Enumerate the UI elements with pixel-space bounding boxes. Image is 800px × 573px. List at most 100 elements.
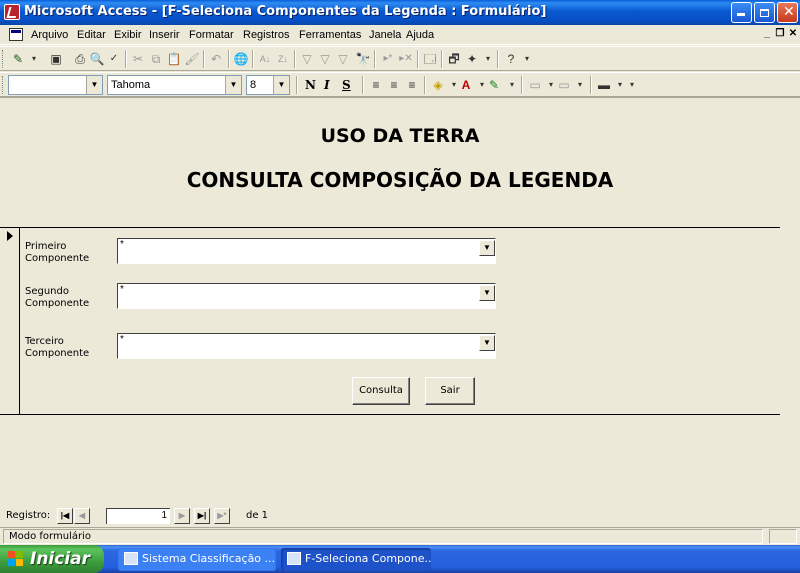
menu-formatar[interactable]: Formatar xyxy=(189,29,234,41)
menu-arquivo[interactable]: Arquivo xyxy=(31,29,68,41)
close-icon: ✕ xyxy=(783,4,795,20)
consulta-button[interactable]: Consulta xyxy=(352,377,410,405)
first-record-button[interactable]: |◀ xyxy=(57,508,73,524)
taskbar-item-sistema[interactable]: Sistema Classificação ... xyxy=(118,548,276,571)
label-line: Componente xyxy=(25,348,90,359)
menu-ajuda[interactable]: Ajuda xyxy=(406,29,434,41)
minimize-button[interactable] xyxy=(731,2,752,23)
paste-icon[interactable]: 📋 xyxy=(166,51,182,67)
previous-record-button[interactable]: ◀ xyxy=(74,508,90,524)
next-record-button[interactable]: ▶ xyxy=(174,508,190,524)
undo-icon[interactable]: ↶ xyxy=(208,51,224,67)
filter-by-form-icon[interactable]: ▽ xyxy=(317,51,333,67)
form-window-icon[interactable] xyxy=(9,28,23,41)
cut-icon[interactable]: ✂ xyxy=(130,51,146,67)
special-effect-dropdown-icon[interactable]: ▾ xyxy=(572,77,588,93)
sort-ascending-icon[interactable]: A↓ xyxy=(257,51,273,67)
hyperlink-icon[interactable]: 🌐 xyxy=(233,51,249,67)
menu-exibir[interactable]: Exibir xyxy=(114,29,142,41)
primeiro-componente-combo[interactable]: * ▼ xyxy=(117,238,496,264)
segundo-componente-combo[interactable]: * ▼ xyxy=(117,283,496,309)
object-combo[interactable]: ▼ xyxy=(8,75,103,95)
save-icon[interactable]: ▣ xyxy=(48,51,64,67)
align-center-icon[interactable]: ≡ xyxy=(386,77,402,93)
chevron-down-icon[interactable]: ▼ xyxy=(479,335,495,351)
window-title: Microsoft Access - [F-Seleciona Componen… xyxy=(24,4,547,19)
status-bar: Modo formulário xyxy=(0,527,800,545)
label-line: Primeiro xyxy=(25,241,67,252)
mdi-minimize-button[interactable]: _ xyxy=(761,28,773,40)
chevron-down-icon[interactable]: ▼ xyxy=(273,76,289,94)
taskbar-item-label: Sistema Classificação ... xyxy=(142,552,276,565)
status-text: Modo formulário xyxy=(3,529,763,544)
last-record-button[interactable]: ▶| xyxy=(194,508,210,524)
chevron-down-icon[interactable]: ▼ xyxy=(86,76,102,94)
menu-inserir[interactable]: Inserir xyxy=(149,29,180,41)
delete-record-icon[interactable]: ▸✕ xyxy=(398,51,414,67)
terceiro-componente-combo[interactable]: * ▼ xyxy=(117,333,496,359)
header-separator xyxy=(0,227,780,228)
menu-editar[interactable]: Editar xyxy=(77,29,106,41)
print-preview-icon[interactable]: 🔍 xyxy=(89,51,105,67)
mdi-restore-button[interactable]: ❐ xyxy=(774,28,786,40)
new-record-icon[interactable]: ▸* xyxy=(380,51,396,67)
italic-button[interactable]: I xyxy=(324,78,330,92)
format-painter-icon[interactable]: 🖌 xyxy=(184,51,200,67)
access-app-icon[interactable] xyxy=(4,4,20,20)
line-width-icon[interactable]: ▭ xyxy=(527,77,543,93)
chevron-down-icon[interactable]: ▼ xyxy=(225,76,241,94)
segundo-componente-label: Segundo Componente xyxy=(25,286,89,310)
align-left-icon[interactable]: ≡ xyxy=(368,77,384,93)
fill-color-icon[interactable]: ◈ xyxy=(430,77,446,93)
toolbar-grip[interactable] xyxy=(2,50,5,68)
start-button[interactable]: Iniciar xyxy=(0,545,104,573)
font-combo[interactable]: Tahoma ▼ xyxy=(107,75,242,95)
terceiro-componente-label: Terceiro Componente xyxy=(25,336,89,360)
font-color-icon[interactable]: A xyxy=(458,77,474,93)
font-size-value: 8 xyxy=(250,79,257,91)
copy-icon[interactable]: ⧉ xyxy=(148,51,164,67)
underline-button[interactable]: S xyxy=(342,78,351,92)
align-right-icon[interactable]: ≡ xyxy=(404,77,420,93)
bold-button[interactable]: N xyxy=(305,78,316,92)
print-icon[interactable]: ⎙ xyxy=(72,51,88,67)
chevron-down-icon[interactable]: ▼ xyxy=(479,285,495,301)
filter-by-selection-icon[interactable]: ▽ xyxy=(299,51,315,67)
font-combo-value: Tahoma xyxy=(111,79,151,91)
help-icon[interactable]: ? xyxy=(503,51,519,67)
current-record-icon xyxy=(7,231,13,241)
view-dropdown-icon[interactable]: ▾ xyxy=(26,51,42,67)
line-color-icon[interactable]: ✎ xyxy=(486,77,502,93)
properties-icon[interactable]: 🗔 xyxy=(422,51,438,67)
record-selector[interactable] xyxy=(0,227,20,414)
find-icon[interactable]: 🔭 xyxy=(355,51,371,67)
record-number-input[interactable]: 1 xyxy=(106,508,170,524)
status-indicator xyxy=(769,529,797,544)
menu-registros[interactable]: Registros xyxy=(243,29,289,41)
menu-ferramentas[interactable]: Ferramentas xyxy=(299,29,361,41)
spelling-icon[interactable]: ✓ xyxy=(106,51,122,67)
line-color-dropdown-icon[interactable]: ▾ xyxy=(504,77,520,93)
view-icon[interactable]: ✎ xyxy=(10,51,26,67)
sair-button[interactable]: Sair xyxy=(425,377,475,405)
toolbar-options-icon[interactable]: ▾ xyxy=(624,77,640,93)
new-object-dropdown-icon[interactable]: ▾ xyxy=(480,51,496,67)
new-object-icon[interactable]: ✦ xyxy=(464,51,480,67)
taskbar-item-form[interactable]: F-Seleciona Compone... xyxy=(281,548,431,571)
chevron-down-icon[interactable]: ▼ xyxy=(479,240,495,256)
mdi-close-button[interactable]: ✕ xyxy=(787,28,799,40)
restore-button[interactable] xyxy=(754,2,775,23)
toolbar-grip[interactable] xyxy=(2,76,5,94)
title-bar[interactable]: Microsoft Access - [F-Seleciona Componen… xyxy=(0,0,800,25)
apply-filter-icon[interactable]: ▽ xyxy=(335,51,351,67)
database-window-icon[interactable]: 🗗 xyxy=(446,51,462,67)
font-size-combo[interactable]: 8 ▼ xyxy=(246,75,290,95)
menu-janela[interactable]: Janela xyxy=(369,29,401,41)
new-record-button[interactable]: ▶* xyxy=(214,508,230,524)
sort-descending-icon[interactable]: Z↓ xyxy=(275,51,291,67)
toolbar-options-icon[interactable]: ▾ xyxy=(519,51,535,67)
border-icon[interactable]: ▬ xyxy=(596,77,612,93)
special-effect-icon[interactable]: ▭ xyxy=(556,77,572,93)
close-button[interactable]: ✕ xyxy=(777,2,798,23)
standard-toolbar: ✎ ▾ ▣ ⎙ 🔍 ✓ ✂ ⧉ 📋 🖌 ↶ 🌐 A↓ Z↓ ▽ ▽ ▽ 🔭 ▸*… xyxy=(0,46,800,71)
